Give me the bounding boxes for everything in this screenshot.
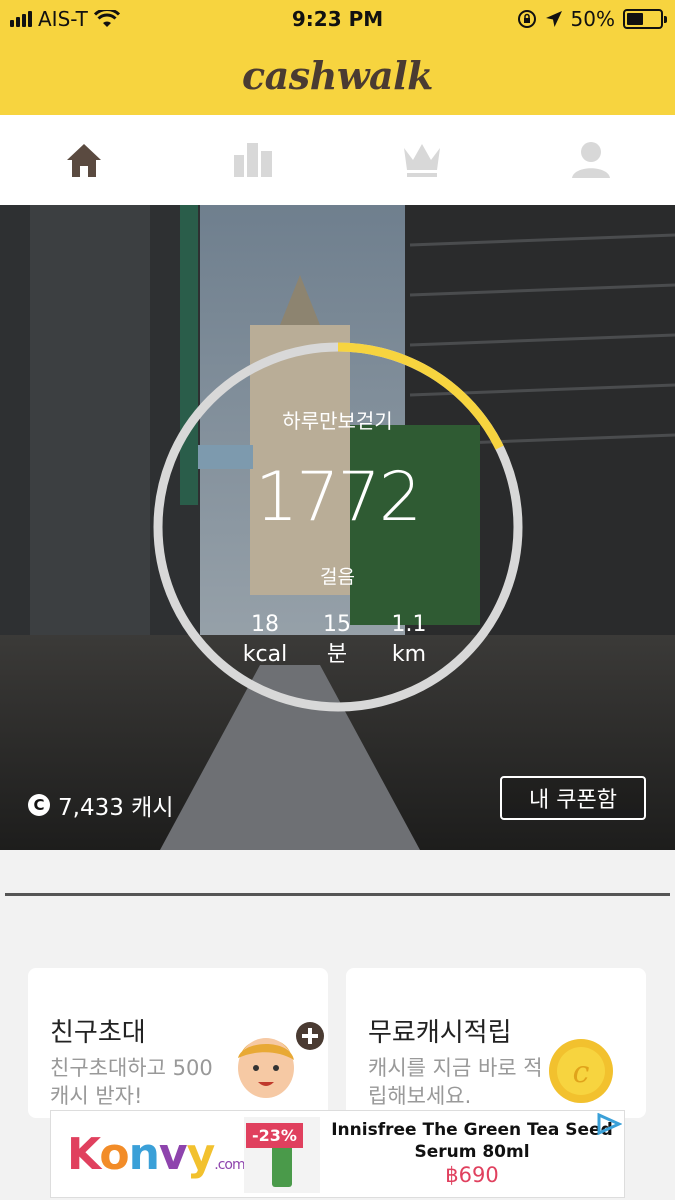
- step-unit: 걸음: [320, 566, 355, 588]
- cash-amount: 7,433 캐시: [58, 795, 174, 821]
- bar-chart-icon: [234, 143, 273, 177]
- section-divider: [5, 893, 670, 896]
- calorie-unit: kcal: [242, 642, 288, 667]
- ad-banner[interactable]: Konvy.com -23% Innisfree The Green Tea S…: [50, 1110, 625, 1198]
- tab-crown[interactable]: [338, 115, 507, 205]
- distance-unit: km: [391, 642, 427, 667]
- daily-goal-label: 하루만보걷기: [282, 409, 393, 433]
- minutes-unit: 분: [326, 642, 348, 667]
- ad-product-title: Innisfree The Green Tea Seed Serum 80ml: [331, 1120, 613, 1162]
- card-title: 친구초대: [50, 1018, 146, 1048]
- status-bar: AIS-T 9:23 PM 50%: [0, 0, 675, 38]
- orientation-lock-icon: [517, 10, 536, 28]
- person-icon: [571, 142, 610, 178]
- location-arrow-icon: [545, 11, 562, 27]
- card-title: 무료캐시적립: [368, 1018, 512, 1048]
- battery-icon: [623, 9, 667, 29]
- brand-suffix: .com: [214, 1157, 245, 1173]
- battery-percent: 50%: [570, 7, 615, 31]
- calorie-value: 18: [251, 612, 279, 637]
- calorie-stat: 18 kcal: [225, 610, 305, 670]
- adchoices-icon[interactable]: [596, 1113, 622, 1135]
- cash-coin-icon: C: [28, 794, 50, 816]
- tab-profile[interactable]: [506, 115, 675, 205]
- distance-value: 1.1: [391, 612, 427, 637]
- minutes-stat: 15 분: [297, 610, 377, 670]
- konvy-logo: Konvy.com: [67, 1129, 246, 1180]
- my-coupons-button[interactable]: 내 쿠폰함: [500, 776, 646, 820]
- cash-balance[interactable]: C 7,433 캐시: [28, 788, 173, 822]
- ad-price: ฿690: [445, 1163, 499, 1187]
- step-count: 1772: [254, 458, 422, 537]
- friend-avatar-icon: [238, 1022, 324, 1098]
- card-description: 캐시를 지금 바로 적립해보세요.: [368, 1056, 543, 1108]
- invite-friends-card[interactable]: 친구초대 친구초대하고 500캐시 받자!: [28, 968, 328, 1118]
- svg-text:c: c: [573, 1055, 590, 1090]
- home-icon: [67, 144, 102, 177]
- gold-coin-icon: c: [549, 1039, 613, 1103]
- free-cash-card[interactable]: 무료캐시적립 캐시를 지금 바로 적립해보세요. c: [346, 968, 646, 1118]
- discount-badge: -23%: [246, 1123, 303, 1148]
- distance-stat: 1.1 km: [369, 610, 449, 670]
- card-description: 친구초대하고 500캐시 받자!: [50, 1056, 213, 1108]
- tab-ranking[interactable]: [169, 115, 338, 205]
- app-header: cashwalk: [0, 38, 675, 115]
- crown-icon: [403, 144, 440, 177]
- cashwalk-logo: cashwalk: [242, 53, 433, 98]
- tab-home[interactable]: [0, 115, 169, 205]
- minutes-value: 15: [323, 612, 351, 637]
- tab-bar: [0, 115, 675, 205]
